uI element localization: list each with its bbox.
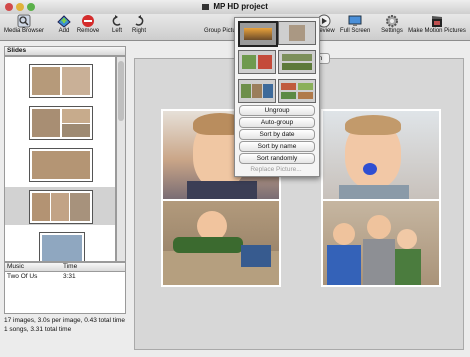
status-text: 17 images, 3.0s per image, 0.43 total ti… bbox=[4, 316, 129, 334]
layout-option[interactable] bbox=[278, 21, 316, 45]
rotate-left-icon bbox=[112, 15, 121, 26]
layout-option-selected[interactable] bbox=[238, 21, 278, 47]
media-browser-button[interactable]: Media Browser bbox=[4, 14, 44, 40]
layout-option[interactable] bbox=[238, 79, 276, 103]
layout-option[interactable] bbox=[278, 79, 316, 103]
window-title: MP HD project bbox=[0, 2, 470, 11]
slide-row[interactable] bbox=[5, 103, 115, 141]
add-button[interactable]: Add bbox=[54, 14, 74, 40]
slide-thumbnail[interactable] bbox=[29, 64, 93, 98]
full-screen-button[interactable]: Full Screen bbox=[340, 14, 370, 40]
song-time: 3:31 bbox=[63, 273, 76, 280]
photo[interactable] bbox=[323, 201, 439, 285]
slides-list[interactable] bbox=[4, 56, 116, 262]
make-motion-pictures-button[interactable]: Make Motion Pictures bbox=[407, 14, 467, 40]
slide-thumbnail[interactable] bbox=[29, 190, 93, 224]
slides-scrollbar[interactable] bbox=[116, 56, 126, 262]
sort-randomly-button[interactable]: Sort randomly bbox=[239, 153, 315, 164]
slide-thumbnail[interactable] bbox=[29, 148, 93, 182]
photo[interactable] bbox=[163, 201, 279, 285]
music-column-header[interactable]: Music bbox=[7, 263, 24, 270]
layout-option[interactable] bbox=[238, 50, 276, 74]
add-photo-icon bbox=[57, 15, 71, 28]
time-column-header[interactable]: Time bbox=[63, 263, 77, 270]
music-row[interactable]: Two Of Us 3:31 bbox=[5, 272, 125, 281]
sort-by-date-button[interactable]: Sort by date bbox=[239, 129, 315, 140]
sort-by-name-button[interactable]: Sort by name bbox=[239, 141, 315, 152]
film-icon bbox=[202, 3, 210, 10]
music-header: Music Time bbox=[5, 263, 125, 272]
auto-group-button[interactable]: Auto-group bbox=[239, 117, 315, 128]
no-entry-icon bbox=[82, 15, 94, 27]
slide-row[interactable] bbox=[5, 145, 115, 183]
slide-thumbnail[interactable] bbox=[39, 232, 85, 261]
replace-picture-button[interactable]: Replace Picture... bbox=[239, 165, 313, 174]
photo[interactable] bbox=[323, 111, 439, 199]
rotate-right-button[interactable]: Right bbox=[131, 14, 147, 40]
gear-icon bbox=[386, 15, 398, 27]
sidebar: Slides Music Time Two Of Us 3:31 bbox=[4, 46, 126, 342]
slide-row[interactable] bbox=[5, 61, 115, 99]
slide-thumbnail[interactable] bbox=[29, 106, 93, 140]
magnifier-icon bbox=[17, 14, 31, 28]
settings-button[interactable]: Settings bbox=[380, 14, 404, 40]
rotate-left-button[interactable]: Left bbox=[110, 14, 124, 40]
slide-row[interactable] bbox=[5, 229, 115, 261]
remove-button[interactable]: Remove bbox=[76, 14, 100, 40]
group-layout-popup: Ungroup Auto-group Sort by date Sort by … bbox=[234, 17, 320, 177]
slide-row-selected[interactable] bbox=[5, 187, 115, 225]
clapperboard-icon bbox=[432, 16, 442, 27]
scrollbar-thumb[interactable] bbox=[118, 61, 124, 121]
slide-page-right[interactable] bbox=[321, 109, 441, 287]
rotate-right-icon bbox=[135, 15, 144, 26]
images-summary: 17 images, 3.0s per image, 0.43 total ti… bbox=[4, 317, 126, 324]
title-bar: MP HD project bbox=[0, 0, 470, 15]
slides-header: Slides bbox=[4, 46, 126, 56]
music-list[interactable]: Music Time Two Of Us 3:31 bbox=[4, 262, 126, 314]
songs-summary: 1 songs, 3.31 total time bbox=[4, 326, 72, 333]
layout-option[interactable] bbox=[278, 50, 316, 74]
monitor-icon bbox=[348, 15, 362, 26]
song-title: Two Of Us bbox=[7, 273, 38, 280]
ungroup-button[interactable]: Ungroup bbox=[239, 105, 315, 116]
